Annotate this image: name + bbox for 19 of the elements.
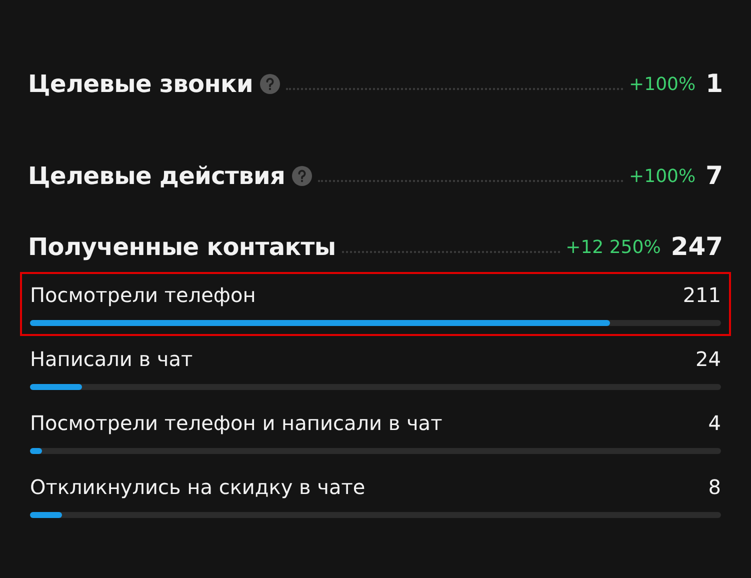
metric-title: Целевые действия [28,161,286,192]
change-percent: +100% [629,164,696,188]
metric-title: Целевые звонки [28,69,254,100]
breakdown-value: 211 [682,282,721,309]
change-percent: +100% [629,72,696,96]
breakdown-value: 24 [696,346,721,373]
metric-value: 247 [670,231,723,264]
breakdown-label: Посмотрели телефон [30,282,256,309]
breakdown-value: 8 [708,474,721,501]
breakdown-label: Посмотрели телефон и написали в чат [30,410,442,437]
metric-value: 7 [706,160,723,192]
breakdown-label: Откликнулись на скидку в чате [30,474,366,501]
breakdown-label: Написали в чат [30,346,193,373]
help-icon[interactable] [260,74,280,94]
metric-title: Полученные контакты [28,232,336,263]
change-percent: +12 250% [566,236,661,260]
breakdown-value: 4 [708,410,721,437]
help-icon[interactable] [292,166,312,186]
metric-value: 1 [706,68,723,100]
